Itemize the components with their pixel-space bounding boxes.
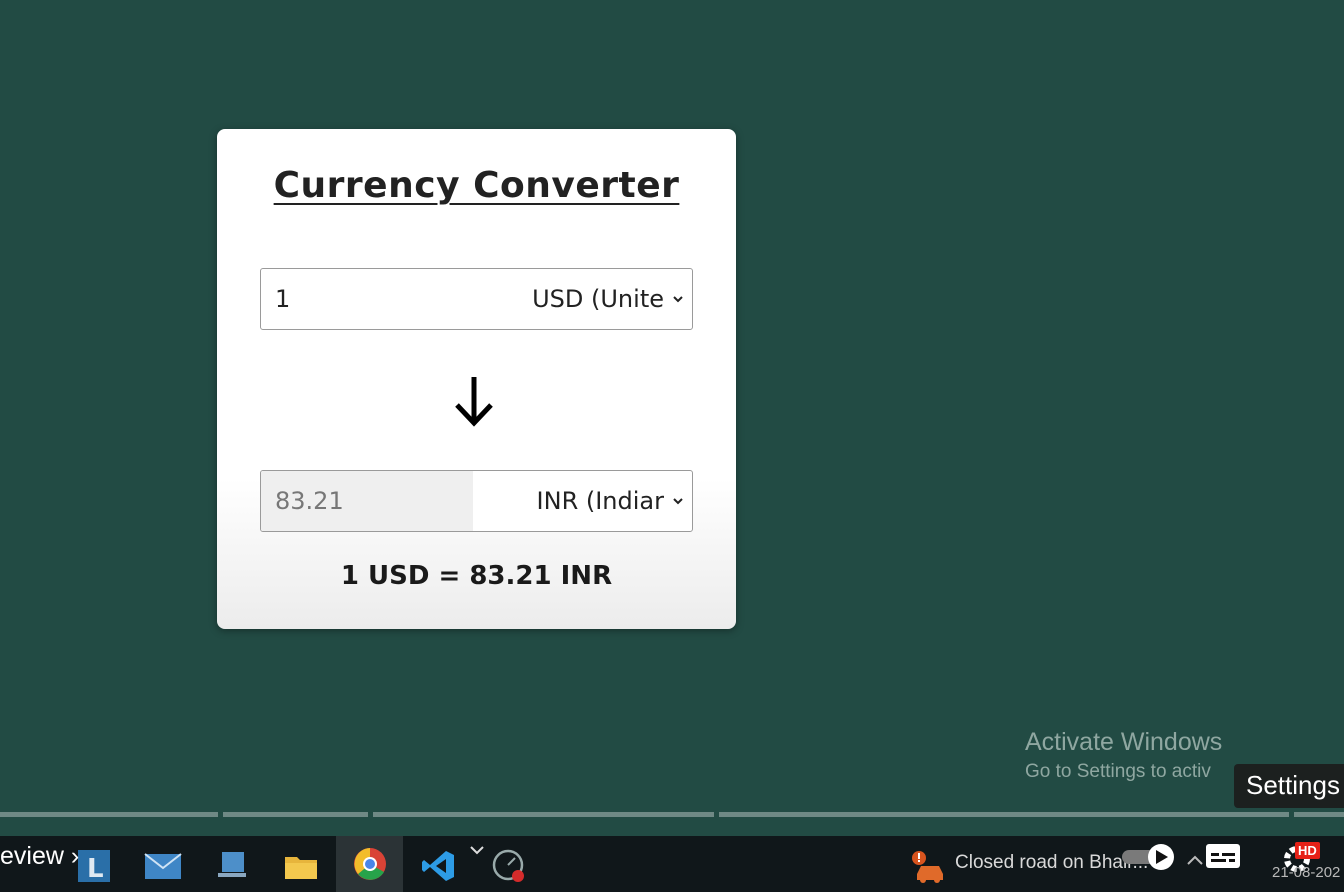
- screen-recorder-icon[interactable]: [486, 844, 530, 888]
- folder-icon[interactable]: [279, 844, 323, 888]
- to-currency-label: INR (Indiar: [536, 487, 664, 515]
- from-currency-label: USD (Unite: [532, 285, 664, 313]
- page-title: Currency Converter: [273, 165, 680, 206]
- from-currency-select[interactable]: USD (Unite: [473, 269, 692, 329]
- chevron-down-icon[interactable]: [466, 840, 488, 862]
- video-progress-bar[interactable]: [0, 812, 1344, 817]
- to-currency-select[interactable]: INR (Indiar: [473, 471, 692, 531]
- from-amount-input[interactable]: 1: [261, 269, 473, 329]
- weather-alert-icon[interactable]: [905, 844, 949, 888]
- chevron-down-icon: [673, 498, 683, 505]
- watermark-line1: Activate Windows: [1025, 728, 1223, 756]
- arrow-down-icon[interactable]: [451, 373, 497, 429]
- from-row: 1 USD (Unite: [260, 268, 693, 330]
- chevron-down-icon: [673, 296, 683, 303]
- computer-icon[interactable]: [210, 844, 254, 888]
- vscode-icon[interactable]: [416, 844, 460, 888]
- autoplay-toggle[interactable]: [1120, 842, 1180, 872]
- chrome-icon[interactable]: [336, 836, 403, 892]
- chevron-up-icon[interactable]: [1185, 852, 1205, 868]
- watermark-line2: Go to Settings to activ: [1025, 761, 1211, 782]
- mail-icon[interactable]: [141, 844, 185, 888]
- settings-tooltip: Settings: [1234, 764, 1344, 808]
- conversion-result: 1 USD = 83.21 INR: [340, 561, 613, 591]
- hd-badge: HD: [1295, 842, 1320, 859]
- subtitles-icon[interactable]: [1204, 840, 1242, 872]
- activate-windows-watermark: Activate Windows Go to Settings to activ: [1025, 728, 1222, 783]
- to-amount-field: 83.21: [261, 471, 473, 531]
- taskbar-date: 21-08-202: [1272, 864, 1341, 881]
- to-row: 83.21 INR (Indiar: [260, 470, 693, 532]
- converter-card: Currency Converter 1 USD (Unite 83.21 IN…: [217, 129, 736, 629]
- svg-text:L: L: [87, 854, 104, 884]
- previous-chapter-label[interactable]: eview ›: [0, 842, 79, 871]
